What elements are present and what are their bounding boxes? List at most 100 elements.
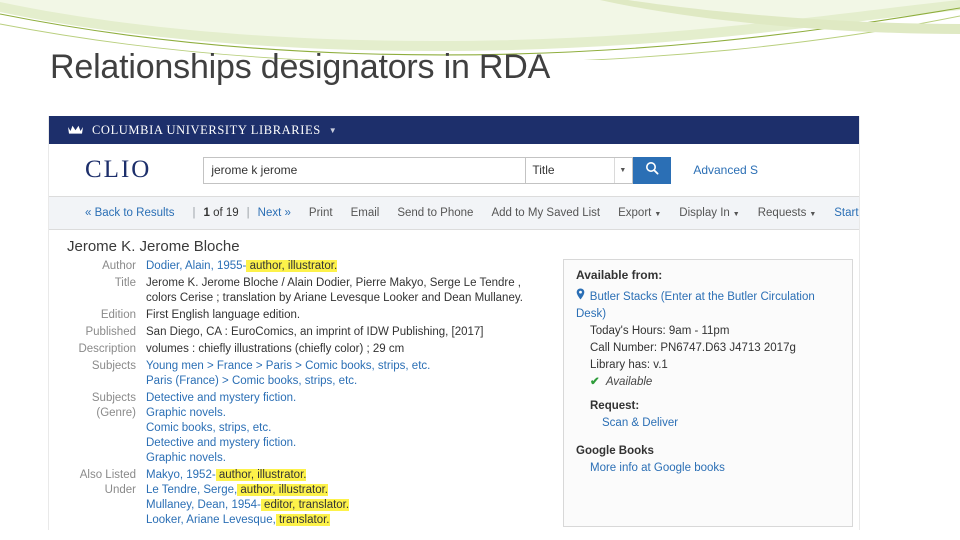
columbia-title: COLUMBIA UNIVERSITY LIBRARIES bbox=[92, 122, 321, 137]
browser-screenshot: COLUMBIA UNIVERSITY LIBRARIES ▼ CLIO Tit… bbox=[48, 116, 860, 530]
call-number-label: Call Number: bbox=[590, 342, 658, 354]
field-edition: Edition First English language edition. bbox=[61, 308, 557, 323]
record-fields: Author Dodier, Alain, 1955- author, illu… bbox=[49, 259, 557, 530]
field-label: Subjects bbox=[91, 360, 136, 372]
field-value: Dodier, Alain, 1955- author, illustrator… bbox=[146, 259, 557, 274]
map-pin-icon bbox=[576, 288, 588, 303]
library-has-value: v.1 bbox=[653, 359, 668, 371]
field-value: San Diego, CA : EuroComics, an imprint o… bbox=[146, 326, 484, 338]
field-label: Also Listed Under bbox=[61, 468, 146, 498]
print-button[interactable]: Print bbox=[309, 207, 333, 219]
search-scope-select[interactable]: Title ▼ bbox=[525, 156, 634, 184]
toolbar-divider-1: | bbox=[192, 207, 196, 219]
field-subjects: Subjects Young men > France > Paris > Co… bbox=[61, 359, 557, 389]
location-link[interactable]: Butler Stacks (Enter at the Butler Circu… bbox=[576, 291, 815, 320]
chevron-down-icon: ▼ bbox=[809, 211, 817, 218]
genre-link[interactable]: Comic books, strips, etc. bbox=[146, 421, 557, 436]
scan-and-deliver-link[interactable]: Scan & Deliver bbox=[602, 417, 678, 429]
field-value: Detective and mystery fiction. Graphic n… bbox=[146, 391, 557, 466]
export-label: Export bbox=[618, 207, 652, 219]
clio-logo[interactable]: CLIO bbox=[85, 156, 151, 184]
chevron-down-icon: ▼ bbox=[732, 211, 740, 218]
also-listed-entry: Mullaney, Dean, 1954- editor, translator… bbox=[146, 498, 557, 513]
library-has-row: Library has: v.1 bbox=[576, 357, 840, 373]
search-scope-value: Title bbox=[532, 163, 555, 177]
subject-link[interactable]: Paris (France) > Comic books, strips, et… bbox=[146, 374, 557, 389]
back-to-results-link[interactable]: « Back to Results bbox=[85, 207, 174, 219]
request-row: Scan & Deliver bbox=[576, 415, 840, 431]
hours-label: Today's Hours: bbox=[590, 325, 666, 337]
chevron-down-icon: ▼ bbox=[614, 157, 626, 183]
check-icon: ✔ bbox=[590, 376, 600, 388]
subject-link[interactable]: Young men > France > Paris > Comic books… bbox=[146, 359, 557, 374]
next-result-link[interactable]: Next » bbox=[258, 207, 291, 219]
export-menu[interactable]: Export ▼ bbox=[618, 207, 661, 219]
contributor-link[interactable]: Looker, Ariane Levesque, bbox=[146, 514, 276, 526]
field-label-text: Subjects (Genre) bbox=[91, 392, 136, 419]
availability-location-row: Butler Stacks (Enter at the Butler Circu… bbox=[576, 288, 840, 322]
search-button[interactable] bbox=[633, 156, 672, 184]
result-total: of 19 bbox=[213, 207, 239, 219]
record-heading: Jerome K. Jerome Bloche bbox=[67, 238, 240, 255]
columbia-university-bar: COLUMBIA UNIVERSITY LIBRARIES ▼ bbox=[49, 116, 859, 144]
genre-link[interactable]: Detective and mystery fiction. bbox=[146, 436, 557, 451]
title-line-1: Jerome K. Jerome Bloche / Alain Dodier, … bbox=[146, 277, 522, 289]
library-has-label: Library has: bbox=[590, 359, 651, 371]
chevron-down-icon: ▼ bbox=[654, 211, 662, 218]
field-value: Young men > France > Paris > Comic books… bbox=[146, 359, 557, 389]
advanced-search-link[interactable]: Advanced S bbox=[693, 163, 758, 177]
contributor-relator: translator. bbox=[275, 514, 330, 526]
author-link[interactable]: Dodier, Alain, 1955- bbox=[146, 260, 246, 272]
hours-value: 9am - 11pm bbox=[668, 325, 730, 337]
page-title: Relationships designators in RDA bbox=[50, 48, 551, 86]
status-badge: Available bbox=[605, 376, 653, 388]
google-books-link[interactable]: More info at Google books bbox=[590, 462, 725, 474]
genre-link[interactable]: Detective and mystery fiction. bbox=[146, 391, 557, 406]
contributor-relator: author, illustrator. bbox=[215, 469, 307, 481]
field-value: volumes : chiefly illustrations (chiefly… bbox=[146, 343, 405, 355]
also-listed-entry: Looker, Ariane Levesque, translator. bbox=[146, 513, 557, 528]
hours-row: Today's Hours: 9am - 11pm bbox=[576, 323, 840, 339]
field-author: Author Dodier, Alain, 1955- author, illu… bbox=[61, 259, 557, 274]
record-toolbar: « Back to Results | 1 of 19 | Next » Pri… bbox=[49, 197, 859, 230]
contributor-link[interactable]: Makyo, 1952- bbox=[146, 469, 216, 481]
display-in-menu[interactable]: Display In ▼ bbox=[679, 207, 739, 219]
send-to-phone-button[interactable]: Send to Phone bbox=[397, 207, 473, 219]
contributor-link[interactable]: Mullaney, Dean, 1954- bbox=[146, 499, 261, 511]
field-title: Title Jerome K. Jerome Bloche / Alain Do… bbox=[61, 276, 557, 306]
title-line-2: colors Cerise ; translation by Ariane Le… bbox=[146, 292, 523, 304]
chevron-down-icon[interactable]: ▼ bbox=[329, 126, 337, 135]
start-over-link[interactable]: Start Over bbox=[834, 207, 859, 219]
request-label: Request: bbox=[590, 400, 640, 412]
field-label: Title bbox=[114, 277, 136, 289]
requests-label: Requests bbox=[757, 207, 807, 219]
field-description: Description volumes : chiefly illustrati… bbox=[61, 342, 557, 357]
record-detail: Jerome K. Jerome Bloche Author Dodier, A… bbox=[49, 230, 859, 530]
availability-heading: Available from: bbox=[576, 268, 663, 282]
contributor-relator: editor, translator. bbox=[260, 499, 350, 511]
field-value: First English language edition. bbox=[146, 309, 301, 321]
field-label: Published bbox=[85, 326, 136, 338]
result-position: 1 of 19 bbox=[203, 207, 238, 219]
contributor-link[interactable]: Le Tendre, Serge, bbox=[146, 484, 237, 496]
requests-menu[interactable]: Requests ▼ bbox=[758, 207, 817, 219]
toolbar-divider-2: | bbox=[246, 207, 250, 219]
search-input[interactable] bbox=[203, 156, 526, 184]
field-value: Makyo, 1952- author, illustrator. Le Ten… bbox=[146, 468, 557, 528]
call-number-row: Call Number: PN6747.D63 J4713 2017g bbox=[576, 340, 840, 356]
genre-link[interactable]: Graphic novels. bbox=[146, 406, 557, 421]
field-label: Author bbox=[102, 260, 136, 272]
result-index: 1 bbox=[203, 207, 210, 219]
add-to-saved-list-button[interactable]: Add to My Saved List bbox=[491, 207, 600, 219]
search-icon bbox=[645, 161, 659, 180]
email-button[interactable]: Email bbox=[351, 207, 380, 219]
author-relator: author, illustrator. bbox=[246, 260, 338, 272]
field-label-text: Also Listed Under bbox=[79, 469, 136, 496]
field-published: Published San Diego, CA : EuroComics, an… bbox=[61, 325, 557, 340]
field-label: Subjects (Genre) bbox=[61, 391, 146, 421]
field-subjects-genre: Subjects (Genre) Detective and mystery f… bbox=[61, 391, 557, 466]
genre-link[interactable]: Graphic novels. bbox=[146, 451, 557, 466]
google-books-row: More info at Google books bbox=[576, 460, 840, 476]
call-number-value: PN6747.D63 J4713 2017g bbox=[660, 342, 796, 354]
status-row: ✔ Available bbox=[576, 374, 840, 390]
